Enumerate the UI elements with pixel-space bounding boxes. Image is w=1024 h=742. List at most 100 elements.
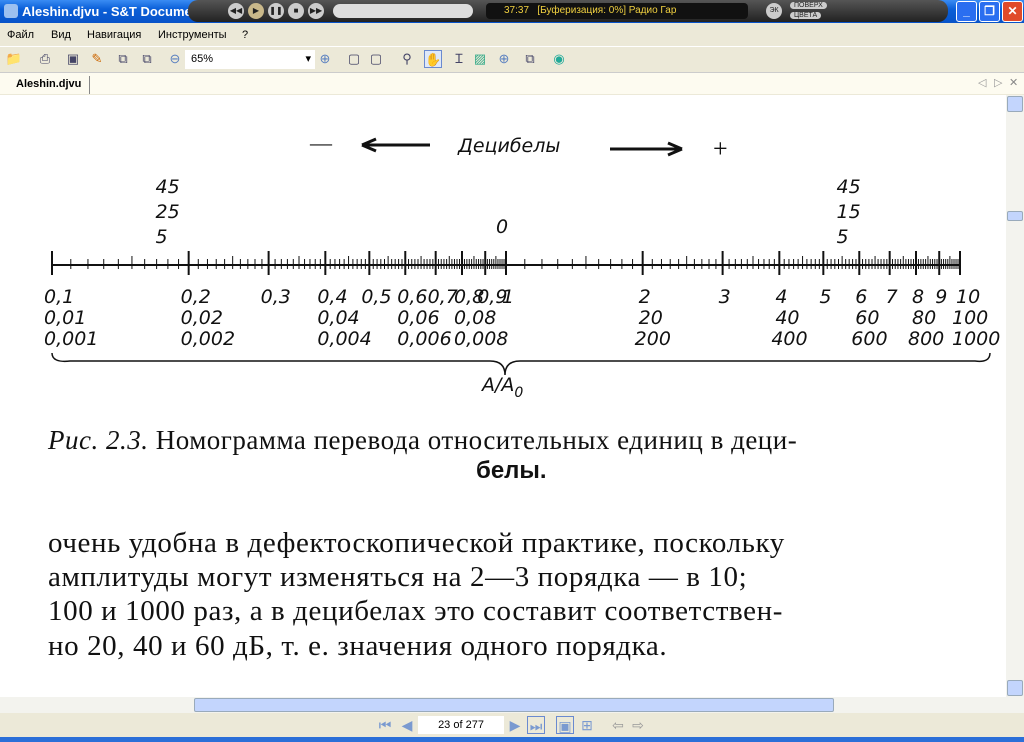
ratio-label: 10: [956, 286, 980, 308]
scroll-down-button[interactable]: [1007, 680, 1023, 696]
volume-slider[interactable]: [333, 4, 473, 18]
menu-tools[interactable]: Инструменты: [158, 29, 227, 41]
first-page-icon[interactable]: ⏮: [376, 716, 394, 734]
menu-view[interactable]: Вид: [51, 29, 71, 41]
document-page: — Децибелы + 604020553515503010452550451…: [0, 95, 1006, 697]
heading-label: Децибелы: [457, 135, 560, 157]
title-bar: Aleshin.djvu - S&T Docume ◀◀ ▶ ❚❚ ■ ▶▶ 3…: [0, 0, 1024, 23]
print-icon[interactable]: ⎙: [36, 50, 54, 68]
caption-text: Номограмма перевода относительных единиц…: [155, 425, 798, 455]
last-page-icon[interactable]: ⏭: [527, 716, 545, 734]
ratio-label: 80: [912, 307, 936, 329]
ratio-label: 1000: [952, 328, 1000, 350]
paragraph-line: амплитуды могут изменяться на 2—3 порядк…: [48, 561, 748, 593]
ratio-label: 200: [635, 328, 671, 350]
pencil-icon[interactable]: ✎: [88, 50, 106, 68]
next-page-icon[interactable]: ▶: [506, 716, 524, 734]
player-display: 37:37 [Буферизация: 0%] Радио Гар: [486, 3, 748, 19]
ratio-label: 9: [935, 286, 947, 308]
continuous-page-icon[interactable]: ▢: [367, 50, 385, 68]
db-label: 15: [837, 201, 861, 223]
ratio-label: 3: [719, 286, 731, 308]
ratio-label: 40: [775, 307, 799, 329]
scroll-up-button[interactable]: [1007, 96, 1023, 112]
app-icon: [4, 4, 18, 18]
copy-icon[interactable]: ⧉: [521, 50, 539, 68]
menu-file[interactable]: Файл: [7, 29, 34, 41]
ratio-label: 0,2: [181, 286, 211, 308]
play-button[interactable]: ▶: [248, 3, 264, 19]
zoom-rect-icon[interactable]: ⊕: [495, 50, 513, 68]
ek-button[interactable]: ЭК: [766, 3, 782, 19]
edit-page-icon[interactable]: ▣: [64, 50, 82, 68]
zoom-select[interactable]: 65% ▾: [185, 50, 315, 69]
ratio-label: 0,002: [181, 328, 235, 350]
ratio-label: 0,4: [317, 286, 347, 308]
single-page-icon[interactable]: ▢: [345, 50, 363, 68]
page-number-field[interactable]: 23 of 277: [418, 716, 504, 734]
menu-navigation[interactable]: Навигация: [87, 29, 141, 41]
tab-bar: Aleshin.djvu ◁ ▷ ✕: [0, 72, 1024, 94]
paragraph-line: очень удобна в дефектоскопической практи…: [48, 527, 785, 559]
ratio-label: 0,008: [454, 328, 508, 350]
heading-plus: +: [713, 134, 728, 163]
ratio-label: 0,02: [181, 307, 223, 329]
caption-end: белы.: [476, 457, 547, 484]
ratio-label: 4: [775, 286, 787, 308]
rotate-left-icon[interactable]: ⧉: [138, 50, 156, 68]
prev-page-icon[interactable]: ◀: [398, 716, 416, 734]
ratio-label: 0,08: [454, 307, 496, 329]
minimize-button[interactable]: _: [956, 1, 977, 22]
zoom-out-icon[interactable]: ⊖: [166, 50, 184, 68]
single-page-view-icon[interactable]: ▣: [556, 716, 574, 734]
ratio-label: 6: [855, 286, 867, 308]
ratio-label: 100: [952, 307, 988, 329]
ratio-label: 800: [908, 328, 944, 350]
open-folder-icon[interactable]: 📁: [5, 50, 23, 68]
close-button[interactable]: ✕: [1002, 1, 1023, 22]
tab-prev-icon[interactable]: ◁: [978, 76, 986, 89]
db-label: 5: [156, 226, 168, 248]
rewind-button[interactable]: ◀◀: [228, 3, 244, 19]
caption-ref: Рис. 2.3.: [48, 425, 149, 455]
db-label: 45: [837, 176, 861, 198]
tab-aleshin[interactable]: Aleshin.djvu: [8, 76, 91, 94]
tab-next-icon[interactable]: ▷: [994, 76, 1002, 89]
restore-button[interactable]: ❐: [979, 1, 1000, 22]
window-title: Aleshin.djvu - S&T Docume: [22, 4, 192, 19]
pause-button[interactable]: ❚❚: [268, 3, 284, 19]
hand-tool-icon[interactable]: ✋: [424, 50, 442, 68]
paragraph-line: но 20, 40 и 60 дБ, т. е. значения одного…: [48, 630, 668, 662]
menu-bar: Файл Вид Навигация Инструменты ?: [0, 24, 1024, 46]
multi-page-view-icon[interactable]: ⊞: [578, 716, 596, 734]
forward-icon[interactable]: ⇨: [629, 716, 647, 734]
colors-button[interactable]: ЦВЕТА: [790, 12, 822, 19]
taskbar-strip: [0, 737, 1024, 742]
ratio-label: 8: [912, 286, 924, 308]
text-select-icon[interactable]: Ɪ: [450, 50, 468, 68]
ratio-label: 2: [639, 286, 651, 308]
horizontal-scroll-thumb[interactable]: [194, 698, 834, 712]
media-player-bar: ◀◀ ▶ ❚❚ ■ ▶▶ 37:37 [Буферизация: 0%] Рад…: [188, 0, 948, 22]
axis-label: A/A0: [480, 374, 523, 401]
tab-close-icon[interactable]: ✕: [1009, 76, 1018, 89]
paragraph-line: 100 и 1000 раз, а в децибелах это состав…: [48, 595, 783, 627]
forward-button[interactable]: ▶▶: [308, 3, 324, 19]
zoom-in-icon[interactable]: ⊕: [316, 50, 334, 68]
on-top-button[interactable]: ПОВЕРХ: [790, 2, 827, 9]
brace: [51, 352, 991, 376]
rotate-right-icon[interactable]: ⧉: [114, 50, 132, 68]
back-icon[interactable]: ⇦: [609, 716, 627, 734]
figure-caption: Рис. 2.3. Номограмма перевода относитель…: [48, 425, 797, 456]
image-select-icon[interactable]: ▨: [471, 50, 489, 68]
vertical-scroll-thumb[interactable]: [1007, 211, 1023, 221]
menu-help[interactable]: ?: [242, 29, 248, 41]
vertical-scrollbar[interactable]: [1006, 95, 1024, 697]
ratio-label: 0,04: [317, 307, 359, 329]
horizontal-scrollbar[interactable]: [0, 697, 1024, 713]
stop-button[interactable]: ■: [288, 3, 304, 19]
web-icon[interactable]: ◉: [550, 50, 568, 68]
db-label: 45: [156, 176, 180, 198]
find-binoculars-icon[interactable]: ⚲: [398, 50, 416, 68]
ratio-label: 0,01: [44, 307, 86, 329]
